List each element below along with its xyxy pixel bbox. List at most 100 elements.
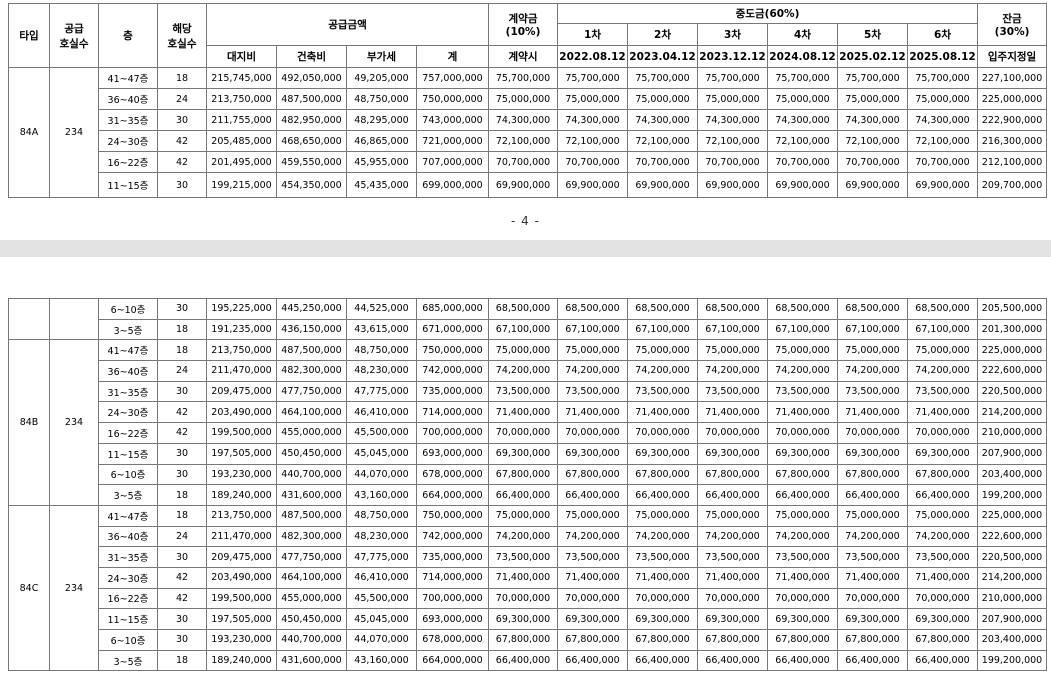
balance-cell: 216,300,000 xyxy=(977,130,1048,152)
interim-1-cell: 73,500,000 xyxy=(557,380,628,403)
interim-3-cell: 69,300,000 xyxy=(697,442,768,465)
floor-units-cell: 30 xyxy=(157,463,207,486)
interim-5-cell: 67,800,000 xyxy=(837,463,908,486)
floor-units-cell: 42 xyxy=(157,566,207,589)
interim-1-cell: 71,400,000 xyxy=(557,566,628,589)
building-price-cell: 431,600,000 xyxy=(276,649,347,672)
floor-units-cell: 30 xyxy=(157,109,207,131)
deposit-cell: 69,300,000 xyxy=(488,442,558,465)
balance-cell: 225,000,000 xyxy=(977,88,1048,110)
balance-cell: 220,500,000 xyxy=(977,380,1047,403)
balance-cell: 212,100,000 xyxy=(977,151,1048,173)
floor-cell: 3~5층 xyxy=(98,318,158,341)
floor-cell: 41~47층 xyxy=(98,339,158,362)
balance-cell: 201,300,000 xyxy=(977,318,1047,341)
floor-cell: 16~22층 xyxy=(98,151,158,173)
deposit-cell: 70,000,000 xyxy=(488,422,558,444)
balance-cell: 210,000,000 xyxy=(977,422,1047,444)
interim-5-cell: 74,300,000 xyxy=(837,109,909,131)
header-supply-units: 공급 호실수 xyxy=(49,3,99,68)
interim-1-cell: 67,100,000 xyxy=(557,318,628,341)
balance-cell: 205,500,000 xyxy=(977,298,1047,320)
floor-units-cell: 30 xyxy=(157,172,207,198)
interim-6-cell: 74,200,000 xyxy=(907,525,978,548)
interim-3-cell: 74,300,000 xyxy=(697,109,769,131)
floor-units-cell: 24 xyxy=(157,525,207,548)
header-deposit: 계약금 (10%) xyxy=(488,3,559,46)
interim-4-cell: 67,800,000 xyxy=(767,463,838,486)
interim-2-cell: 69,300,000 xyxy=(627,608,698,630)
vat-cell: 44,070,000 xyxy=(346,629,417,651)
deposit-cell: 66,400,000 xyxy=(488,649,558,672)
building-price-cell: 482,300,000 xyxy=(276,525,347,548)
floor-cell: 6~10층 xyxy=(98,463,158,486)
land-price-cell: 209,475,000 xyxy=(206,380,277,403)
deposit-cell: 66,400,000 xyxy=(488,484,558,506)
floor-cell: 31~35층 xyxy=(98,109,158,131)
header-date-2: 2023.04.12 xyxy=(627,45,699,68)
floor-units-cell: 18 xyxy=(157,649,207,672)
interim-3-cell: 69,900,000 xyxy=(697,172,769,198)
land-price-cell: 189,240,000 xyxy=(206,484,277,506)
interim-5-cell: 74,200,000 xyxy=(837,525,908,548)
balance-cell: 209,700,000 xyxy=(977,172,1048,198)
interim-3-cell: 67,800,000 xyxy=(697,629,768,651)
interim-6-cell: 66,400,000 xyxy=(907,649,978,672)
interim-5-cell: 69,900,000 xyxy=(837,172,909,198)
header-installment-4: 4차 xyxy=(767,23,839,46)
interim-6-cell: 75,000,000 xyxy=(907,339,978,362)
building-price-cell: 487,500,000 xyxy=(276,339,347,362)
interim-1-cell: 75,000,000 xyxy=(557,339,628,362)
table-row: 84C 234 41~47층 18 213,750,000 487,500,000 48,7… xyxy=(8,504,1047,672)
interim-3-cell: 71,400,000 xyxy=(697,566,768,589)
interim-2-cell: 71,400,000 xyxy=(627,566,698,589)
deposit-cell: 69,900,000 xyxy=(488,172,559,198)
land-price-cell: 201,495,000 xyxy=(206,151,277,173)
interim-4-cell: 74,300,000 xyxy=(767,109,839,131)
interim-6-cell: 70,000,000 xyxy=(907,587,978,610)
building-price-cell: 487,500,000 xyxy=(276,504,347,527)
deposit-cell: 67,800,000 xyxy=(488,463,558,486)
interim-6-cell: 75,700,000 xyxy=(907,67,979,89)
interim-6-cell: 70,700,000 xyxy=(907,151,979,173)
building-price-cell: 482,950,000 xyxy=(276,109,347,131)
floor-units-cell: 24 xyxy=(157,360,207,382)
interim-3-cell: 73,500,000 xyxy=(697,546,768,568)
deposit-cell: 75,000,000 xyxy=(488,339,558,362)
interim-3-cell: 67,800,000 xyxy=(697,463,768,486)
floor-cell: 3~5층 xyxy=(98,649,158,672)
interim-5-cell: 74,200,000 xyxy=(837,360,908,382)
interim-5-cell: 69,300,000 xyxy=(837,608,908,630)
type-cell: 84A xyxy=(8,67,50,198)
header-date-1: 2022.08.12 xyxy=(557,45,629,68)
interim-1-cell: 66,400,000 xyxy=(557,649,628,672)
header-balance-when: 입주지정일 xyxy=(977,45,1048,68)
interim-5-cell: 71,400,000 xyxy=(837,401,908,424)
interim-5-cell: 66,400,000 xyxy=(837,649,908,672)
vat-cell: 45,955,000 xyxy=(346,151,417,173)
interim-1-cell: 71,400,000 xyxy=(557,401,628,424)
vat-cell: 48,750,000 xyxy=(346,88,417,110)
table-row: 84B 234 41~47층 18 213,750,000 487,500,000 48,7… xyxy=(8,339,1047,506)
interim-6-cell: 67,100,000 xyxy=(907,318,978,341)
land-price-cell: 211,755,000 xyxy=(206,109,277,131)
floor-cell: 31~35층 xyxy=(98,380,158,403)
header-interim: 중도금(60%) xyxy=(557,3,979,24)
total-price-cell: 750,000,000 xyxy=(416,504,489,527)
header-building: 건축비 xyxy=(276,45,347,68)
floor-cell: 41~47층 xyxy=(98,67,158,89)
header-total: 계 xyxy=(415,45,490,68)
floor-cell: 31~35층 xyxy=(98,546,158,568)
interim-2-cell: 74,300,000 xyxy=(627,109,699,131)
interim-4-cell: 75,000,000 xyxy=(767,339,838,362)
total-price-cell: 714,000,000 xyxy=(416,566,489,589)
deposit-cell: 73,500,000 xyxy=(488,546,558,568)
header-installment-5: 5차 xyxy=(837,23,909,46)
floor-cell: 24~30층 xyxy=(98,566,158,589)
deposit-cell: 75,000,000 xyxy=(488,88,559,110)
deposit-cell: 68,500,000 xyxy=(488,298,558,320)
interim-2-cell: 67,800,000 xyxy=(627,629,698,651)
vat-cell: 48,750,000 xyxy=(346,339,417,362)
floor-cell: 41~47층 xyxy=(98,504,158,527)
floor-cell: 3~5층 xyxy=(98,484,158,506)
